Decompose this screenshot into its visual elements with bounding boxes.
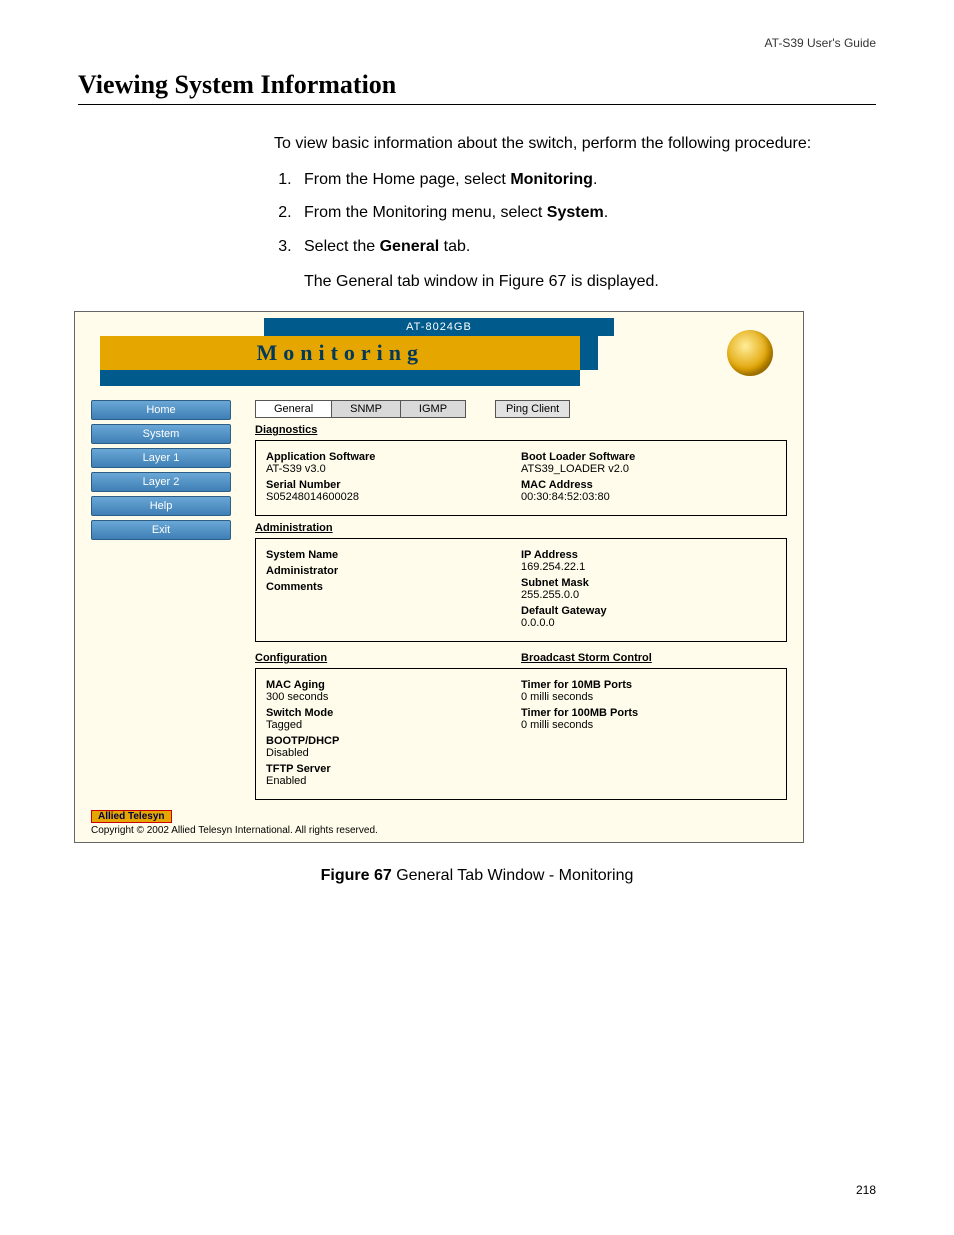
config-headings: Configuration Broadcast Storm Control: [255, 652, 787, 664]
admin-box: System Name Administrator Comments IP Ad…: [255, 538, 787, 642]
figure-67-screenshot: AT-8024GB Monitoring Home System Layer 1…: [74, 311, 804, 843]
section-heading: Viewing System Information: [78, 70, 876, 105]
title-ribbon: Monitoring: [75, 336, 803, 370]
tab-ping-client[interactable]: Ping Client: [495, 400, 570, 418]
tab-row: General SNMP IGMP Ping Client: [255, 400, 787, 418]
nav-help[interactable]: Help: [91, 496, 231, 516]
footer-copyright: Copyright © 2002 Allied Telesyn Internat…: [91, 825, 787, 836]
figure-caption: Figure 67 General Tab Window - Monitorin…: [78, 867, 876, 885]
diag-box: Application SoftwareAT-S39 v3.0 Serial N…: [255, 440, 787, 516]
procedure-steps: From the Home page, select Monitoring. F…: [274, 169, 846, 293]
footer-logo: Allied Telesyn: [91, 810, 172, 823]
product-strip: AT-8024GB: [264, 318, 613, 336]
admin-heading: Administration: [255, 522, 787, 534]
tab-snmp[interactable]: SNMP: [331, 400, 401, 418]
sidebar-nav: Home System Layer 1 Layer 2 Help Exit: [91, 400, 231, 800]
diag-heading: Diagnostics: [255, 424, 787, 436]
tab-general[interactable]: General: [255, 400, 332, 418]
step-2: From the Monitoring menu, select System.: [296, 202, 846, 224]
config-box: MAC Aging300 seconds Switch ModeTagged B…: [255, 668, 787, 800]
nav-exit[interactable]: Exit: [91, 520, 231, 540]
intro-paragraph: To view basic information about the swit…: [274, 133, 846, 155]
nav-layer2[interactable]: Layer 2: [91, 472, 231, 492]
step-3: Select the General tab. The General tab …: [296, 236, 846, 293]
figure-footer: Allied Telesyn Copyright © 2002 Allied T…: [75, 810, 803, 842]
page-number: 218: [856, 1183, 876, 1197]
nav-home[interactable]: Home: [91, 400, 231, 420]
tab-igmp[interactable]: IGMP: [400, 400, 466, 418]
step-3-note: The General tab window in Figure 67 is d…: [304, 271, 846, 293]
nav-system[interactable]: System: [91, 424, 231, 444]
ribbon-title: Monitoring: [100, 336, 580, 370]
globe-icon: [727, 330, 773, 376]
step-1: From the Home page, select Monitoring.: [296, 169, 846, 191]
nav-layer1[interactable]: Layer 1: [91, 448, 231, 468]
page-header: AT-S39 User's Guide: [78, 36, 876, 50]
